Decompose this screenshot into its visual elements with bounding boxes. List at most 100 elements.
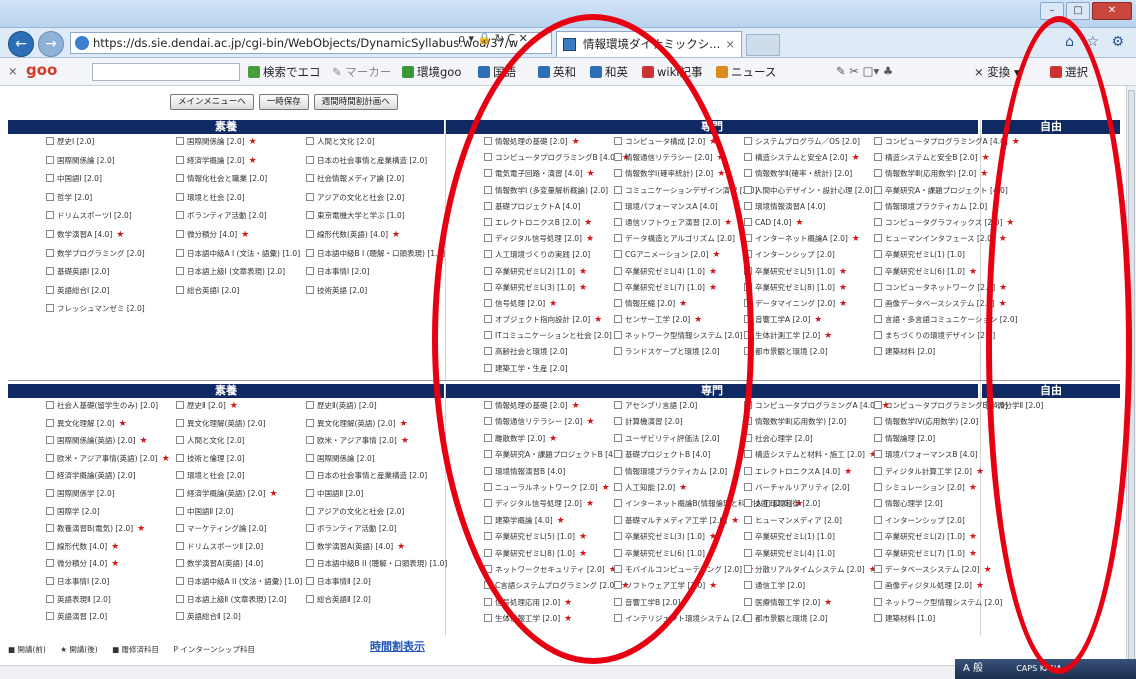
course-checkbox[interactable] xyxy=(874,532,882,541)
course-checkbox[interactable] xyxy=(874,564,882,573)
course-item[interactable]: 社会情報メディア論 [2.0] xyxy=(306,173,428,192)
course-checkbox[interactable] xyxy=(176,506,184,515)
course-checkbox[interactable] xyxy=(614,201,622,210)
course-checkbox[interactable] xyxy=(46,506,54,515)
course-item[interactable]: コンピュータプログラミングA [4.0] ★ xyxy=(874,136,1020,152)
course-checkbox[interactable] xyxy=(176,612,184,621)
course-item[interactable]: コンピュータプログラミングB [4.0] xyxy=(874,400,1008,416)
course-item[interactable]: 数学演習A(英語) [4.0] ★ xyxy=(306,541,428,559)
news-link[interactable]: ニュース xyxy=(716,64,776,80)
course-checkbox[interactable] xyxy=(306,418,314,427)
course-checkbox[interactable] xyxy=(484,466,492,475)
course-checkbox[interactable] xyxy=(744,466,752,475)
course-checkbox[interactable] xyxy=(46,267,54,276)
course-item[interactable]: エレクトロニクスA [4.0] ★ xyxy=(744,466,866,482)
course-checkbox[interactable] xyxy=(614,450,622,459)
course-item[interactable]: ボランティア活動 [2.0] xyxy=(176,210,298,229)
course-checkbox[interactable] xyxy=(46,436,54,445)
course-item[interactable]: 言語・多言語コミュニケーション [2.0] xyxy=(874,314,1018,330)
course-item[interactable]: ネットワーク型情報システム [2.0] xyxy=(614,330,742,346)
course-checkbox[interactable] xyxy=(874,433,882,442)
course-item[interactable]: 卒業研究ゼミL(6) [1.0] xyxy=(614,548,736,564)
course-item[interactable]: データベースシステム [2.0] ★ xyxy=(874,564,996,580)
course-item[interactable]: 英語総合Ⅱ [2.0] xyxy=(176,611,298,629)
course-item[interactable]: 日本語中級B I (聴解・口頭表現) [1.0] xyxy=(306,248,445,267)
course-item[interactable]: エレクトロニクスB [2.0] ★ xyxy=(484,217,606,233)
course-checkbox[interactable] xyxy=(744,417,752,426)
course-item[interactable]: ソフトウェア工学 [2.0] ★ xyxy=(614,580,736,596)
course-item[interactable]: 微分学Ⅱ [2.0] xyxy=(986,400,1116,419)
course-item[interactable]: 国際学 [2.0] xyxy=(46,506,168,524)
course-checkbox[interactable] xyxy=(306,211,314,220)
course-checkbox[interactable] xyxy=(484,363,492,372)
course-item[interactable]: 日本の社会事情と産業構造 [2.0] xyxy=(306,155,428,174)
course-checkbox[interactable] xyxy=(306,506,314,515)
course-checkbox[interactable] xyxy=(874,450,882,459)
course-checkbox[interactable] xyxy=(306,471,314,480)
course-checkbox[interactable] xyxy=(744,185,752,194)
course-item[interactable]: 構造システムと材料・施工 [2.0] ★ xyxy=(744,449,877,465)
course-checkbox[interactable] xyxy=(874,499,882,508)
wiki-link[interactable]: wiki記事 xyxy=(642,64,702,80)
course-checkbox[interactable] xyxy=(306,285,314,294)
course-item[interactable]: バーチャルリアリティ [2.0] xyxy=(744,482,866,498)
course-checkbox[interactable] xyxy=(46,285,54,294)
main-menu-button[interactable]: メインメニューへ xyxy=(170,94,254,110)
course-item[interactable]: 情報数学Ⅲ(応用数学) [2.0] xyxy=(744,416,866,432)
course-item[interactable]: C言語システムプログラミング [2.0] ★ xyxy=(484,580,629,596)
course-checkbox[interactable] xyxy=(874,282,882,291)
course-checkbox[interactable] xyxy=(176,211,184,220)
course-checkbox[interactable] xyxy=(874,331,882,340)
course-item[interactable]: 情報数学Ⅰ(確率統計) [2.0] ★ xyxy=(614,168,736,184)
course-checkbox[interactable] xyxy=(46,137,54,145)
course-checkbox[interactable] xyxy=(484,450,492,459)
course-item[interactable]: 微分積分 [4.0] ★ xyxy=(46,558,168,576)
course-item[interactable]: 微分積分 [4.0] ★ xyxy=(176,229,298,248)
course-item[interactable]: センサー工学 [2.0] ★ xyxy=(614,314,736,330)
course-checkbox[interactable] xyxy=(176,155,184,164)
temp-save-button[interactable]: 一時保存 xyxy=(258,94,309,110)
course-item[interactable]: モバイルコンピューティング [2.0]★ xyxy=(614,564,754,580)
course-checkbox[interactable] xyxy=(484,417,492,426)
course-item[interactable]: 構造システムと安全B [2.0] ★ xyxy=(874,152,996,168)
tab-active[interactable]: 情報環境ダイナミックシ... × xyxy=(556,31,742,57)
course-item[interactable]: 環境情報演習A [4.0] xyxy=(744,201,866,217)
course-item[interactable]: 画像ディジタル処理 [2.0] ★ xyxy=(874,580,996,596)
course-item[interactable]: インターンシップ [2.0] xyxy=(874,515,996,531)
course-item[interactable]: 経済学概論(英語) [2.0] xyxy=(46,470,168,488)
ime-indicator[interactable]: A 般 xyxy=(963,663,983,674)
course-item[interactable]: 卒業研究ゼミL(2) [1.0] ★ xyxy=(874,531,996,547)
course-item[interactable]: 卒業研究A・課題プロジェクト [4.0] xyxy=(874,185,1008,201)
course-checkbox[interactable] xyxy=(176,488,184,497)
course-item[interactable]: 計算機演習 [2.0] xyxy=(614,416,736,432)
course-item[interactable]: 線形代数 [4.0] ★ xyxy=(46,541,168,559)
course-item[interactable]: 情報環境プラクティカム [2.0] xyxy=(614,466,736,482)
course-checkbox[interactable] xyxy=(874,581,882,590)
course-checkbox[interactable] xyxy=(46,488,54,497)
course-checkbox[interactable] xyxy=(484,234,492,243)
search-eco-button[interactable]: 検索でエコ xyxy=(248,64,321,80)
course-checkbox[interactable] xyxy=(484,217,492,226)
course-item[interactable]: 信号処理応用 [2.0] ★ xyxy=(484,597,606,613)
course-checkbox[interactable] xyxy=(986,401,994,409)
course-checkbox[interactable] xyxy=(306,541,314,550)
course-item[interactable]: 卒業研究ゼミL(2) [1.0] ★ xyxy=(484,266,606,282)
course-item[interactable]: 欧米・アジア事情(英語) [2.0] ★ xyxy=(46,453,170,471)
course-checkbox[interactable] xyxy=(484,532,492,541)
course-item[interactable]: 卒業研究ゼミL(5) [1.0] ★ xyxy=(484,531,606,547)
course-item[interactable]: インターネット概論A [2.0] ★ xyxy=(744,233,866,249)
course-checkbox[interactable] xyxy=(46,541,54,550)
course-item[interactable]: ディジタル信号処理 [2.0] ★ xyxy=(484,498,606,514)
course-checkbox[interactable] xyxy=(744,282,752,291)
course-checkbox[interactable] xyxy=(874,298,882,307)
course-checkbox[interactable] xyxy=(484,298,492,307)
course-item[interactable]: 日本の社会事情と産業構造 [2.0] xyxy=(306,470,428,488)
course-checkbox[interactable] xyxy=(176,248,184,257)
kokugo-link[interactable]: 国語 xyxy=(478,64,516,80)
course-checkbox[interactable] xyxy=(484,564,492,573)
course-item[interactable]: システムプログラム／OS [2.0] xyxy=(744,136,866,152)
course-checkbox[interactable] xyxy=(614,315,622,324)
course-item[interactable]: アジアの文化と社会 [2.0] xyxy=(306,192,428,211)
course-item[interactable]: ITコミュニケーションと社会 [2.0] xyxy=(484,330,612,346)
course-checkbox[interactable] xyxy=(874,401,882,409)
